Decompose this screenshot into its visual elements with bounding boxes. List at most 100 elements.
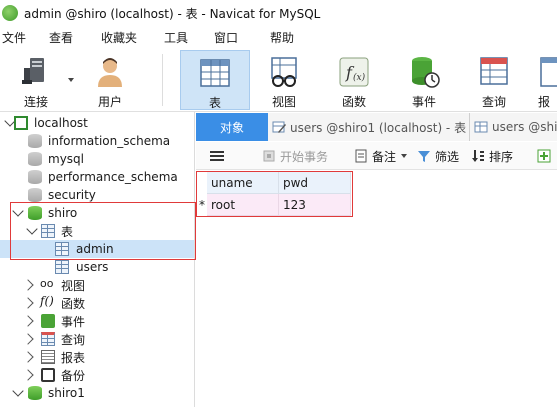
- data-grid[interactable]: uname pwd * root 123: [196, 170, 557, 407]
- tree-label-group: 函数: [61, 296, 86, 311]
- sort-label: 排序: [489, 149, 514, 164]
- hamburger-icon: [210, 151, 224, 161]
- connection-icon: [18, 54, 54, 90]
- view-icon: oo: [40, 277, 54, 290]
- user-icon: [92, 54, 128, 90]
- filter-button[interactable]: 筛选: [417, 147, 459, 165]
- toolbar-connection-button[interactable]: 连接: [10, 50, 62, 110]
- tree-group-tables[interactable]: 表: [0, 222, 194, 240]
- chevron-right-icon[interactable]: [22, 369, 34, 381]
- toolbar-connection-label: 连接: [23, 95, 48, 109]
- note-label: 备注: [372, 149, 397, 164]
- database-icon: [28, 386, 42, 400]
- column-header-pwd[interactable]: pwd: [279, 172, 351, 194]
- tree-group-events[interactable]: 事件: [0, 312, 194, 330]
- database-icon: [28, 206, 42, 220]
- database-icon: [28, 188, 42, 202]
- toolbar-view-label: 视图: [271, 95, 296, 109]
- chevron-right-icon[interactable]: [22, 351, 34, 363]
- table-icon: [197, 55, 233, 91]
- tree-group-functions[interactable]: f() 函数: [0, 294, 194, 312]
- tree-label-db: information_schema: [48, 134, 171, 148]
- note-button[interactable]: 备注: [354, 147, 408, 165]
- tree-group-backups[interactable]: 备份: [0, 366, 194, 384]
- filter-icon: [418, 151, 430, 162]
- report-icon: [538, 54, 557, 90]
- chevron-right-icon[interactable]: [22, 297, 34, 309]
- tree-label-group: 报表: [61, 350, 86, 365]
- tree-db-shiro[interactable]: shiro: [0, 204, 194, 222]
- tab-users-shiro1-design[interactable]: users @shiro1 (localhost) - 表: [268, 113, 470, 141]
- tab-users-shiro1[interactable]: users @shiro1: [470, 113, 557, 141]
- chevron-down-icon[interactable]: [401, 154, 408, 158]
- tree-group-reports[interactable]: 报表: [0, 348, 194, 366]
- toolbar-report-button[interactable]: 报: [538, 50, 557, 110]
- menu-help[interactable]: 帮助: [270, 29, 320, 46]
- transaction-icon: [263, 150, 275, 162]
- table-icon: [55, 260, 69, 274]
- table-cell-pwd[interactable]: 123: [279, 194, 351, 216]
- title-bar: admin @shiro (localhost) - 表 - Navicat f…: [0, 0, 557, 26]
- table-toolbar: 开始事务 备注 筛选 排序: [196, 142, 557, 170]
- menu-favorites[interactable]: 收藏夹: [101, 29, 164, 46]
- tree-db-information-schema[interactable]: information_schema: [0, 132, 194, 150]
- filter-label: 筛选: [435, 149, 460, 164]
- menu-file[interactable]: 文件: [2, 29, 49, 46]
- tree-table-users[interactable]: users: [0, 258, 194, 276]
- tree-table-admin[interactable]: admin: [0, 240, 194, 258]
- database-icon: [28, 152, 42, 166]
- chevron-right-icon[interactable]: [22, 279, 34, 291]
- table-icon: [55, 242, 69, 256]
- connection-node-icon: [14, 116, 28, 130]
- event-icon: [41, 314, 55, 328]
- menu-hamburger-button[interactable]: [210, 147, 224, 165]
- tree-group-queries[interactable]: 查询: [0, 330, 194, 348]
- sort-button[interactable]: 排序: [471, 147, 513, 165]
- tree-label-group: 视图: [61, 278, 86, 293]
- toolbar-view-button[interactable]: 视图: [258, 50, 310, 110]
- toolbar-event-button[interactable]: 事件: [398, 50, 450, 110]
- toolbar-function-button[interactable]: f (x) 函数: [328, 50, 380, 110]
- tab-objects[interactable]: 对象: [196, 113, 268, 141]
- chevron-down-icon[interactable]: [12, 205, 24, 217]
- query-icon: [476, 54, 512, 90]
- menu-tools[interactable]: 工具: [164, 29, 214, 46]
- table-group-icon: [41, 224, 55, 238]
- tree-label-localhost: localhost: [34, 116, 88, 130]
- database-icon: [28, 134, 42, 148]
- tree-label-group: 查询: [61, 332, 86, 347]
- toolbar-table-button[interactable]: 表: [180, 50, 250, 110]
- chevron-down-icon[interactable]: [26, 223, 38, 235]
- begin-transaction-button[interactable]: 开始事务: [262, 147, 328, 165]
- toolbar-separator: [162, 54, 163, 106]
- tree-group-views[interactable]: oo 视图: [0, 276, 194, 294]
- menu-bar: 文件 查看 收藏夹 工具 窗口 帮助: [0, 26, 557, 48]
- toolbar-report-label: 报: [538, 95, 551, 109]
- toolbar-user-label: 用户: [97, 95, 122, 109]
- connection-dropdown-arrow-icon[interactable]: [68, 78, 74, 82]
- tree-db-mysql[interactable]: mysql: [0, 150, 194, 168]
- toolbar-user-button[interactable]: 用户: [84, 50, 136, 110]
- navigation-tree[interactable]: localhost information_schema mysql perfo…: [0, 112, 195, 407]
- column-header-uname[interactable]: uname: [207, 172, 279, 194]
- tree-connection-localhost[interactable]: localhost: [0, 114, 194, 132]
- chevron-right-icon[interactable]: [22, 315, 34, 327]
- tree-db-security[interactable]: security: [0, 186, 194, 204]
- begin-transaction-label: 开始事务: [280, 149, 329, 164]
- chevron-right-icon[interactable]: [22, 333, 34, 345]
- tree-label-shiro: shiro: [48, 206, 78, 220]
- table-cell-uname[interactable]: root: [207, 194, 279, 216]
- tree-db-performance-schema[interactable]: performance_schema: [0, 168, 194, 186]
- tree-label-group: 备份: [61, 368, 86, 383]
- menu-window[interactable]: 窗口: [214, 29, 270, 46]
- tree-label-table: admin: [76, 242, 114, 256]
- cell-value: 123: [283, 197, 306, 212]
- tab-bar: 对象 users @shiro1 (localhost) - 表 users @…: [196, 113, 557, 141]
- add-record-button[interactable]: [537, 147, 555, 165]
- tree-db-shiro1[interactable]: shiro1: [0, 384, 194, 402]
- toolbar-query-button[interactable]: 查询: [468, 50, 520, 110]
- chevron-down-icon[interactable]: [12, 385, 24, 397]
- cell-value: root: [211, 197, 236, 212]
- menu-view[interactable]: 查看: [49, 29, 101, 46]
- tree-label-shiro1: shiro1: [48, 386, 85, 400]
